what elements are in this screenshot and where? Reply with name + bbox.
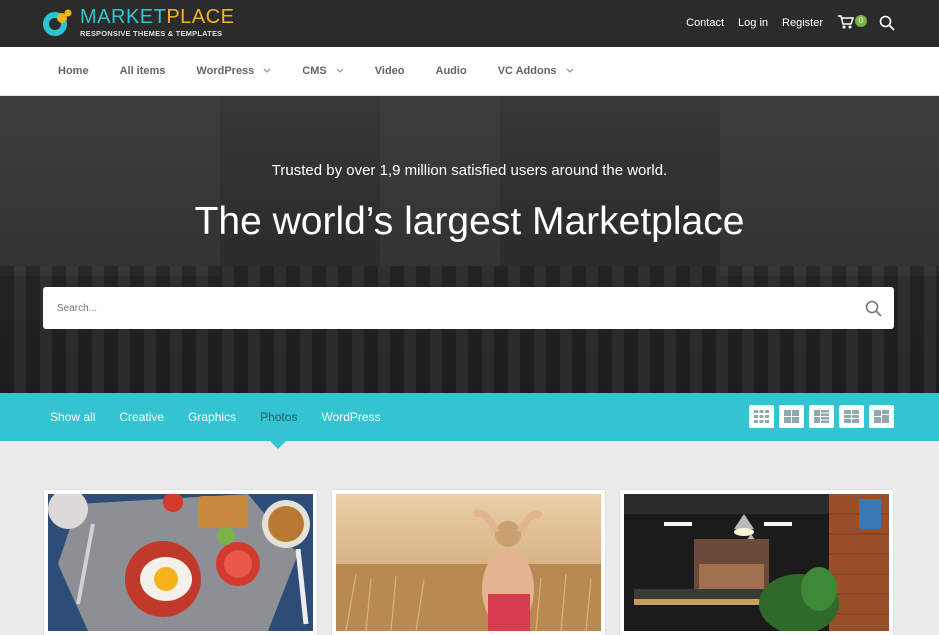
cart-icon xyxy=(838,15,855,29)
filter-tabs: Show all Creative Graphics Photos WordPress xyxy=(50,410,405,424)
filter-bar: Show all Creative Graphics Photos WordPress xyxy=(0,393,939,441)
grid-layout-icon xyxy=(844,410,859,423)
field-photo-illustration xyxy=(336,494,601,631)
hero-title: The world’s largest Marketplace xyxy=(194,200,745,243)
nav-item-label: WordPress xyxy=(196,65,255,77)
filter-tab-graphics[interactable]: Graphics xyxy=(188,410,236,424)
grid-layout-icon xyxy=(814,410,829,423)
hero: Trusted by over 1,9 million satisfied us… xyxy=(0,96,939,393)
layout-button-grid-list[interactable] xyxy=(809,405,834,428)
interior-photo-illustration xyxy=(624,494,889,631)
nav-item-home[interactable]: Home xyxy=(58,65,89,77)
filter-tab-show-all[interactable]: Show all xyxy=(50,410,95,424)
nav-item-label: CMS xyxy=(302,65,327,77)
layout-switcher xyxy=(744,405,894,428)
search-box xyxy=(43,287,894,329)
nav-item-all-items[interactable]: All items xyxy=(120,65,166,77)
chevron-down-icon xyxy=(336,68,344,73)
logo-mark-icon xyxy=(43,9,72,36)
grid-layout-icon xyxy=(754,410,769,423)
contact-link[interactable]: Contact xyxy=(686,17,724,29)
grid-layout-icon xyxy=(784,410,799,423)
item-card[interactable] xyxy=(44,490,317,635)
nav-item-video[interactable]: Video xyxy=(375,65,405,77)
layout-button-grid-3[interactable] xyxy=(839,405,864,428)
layout-button-grid-4[interactable] xyxy=(749,405,774,428)
nav-item-label: Home xyxy=(58,65,89,77)
layout-button-grid-2[interactable] xyxy=(779,405,804,428)
nav-items: Home All items WordPress CMS Video Audio VC Ad… xyxy=(58,65,605,77)
chevron-down-icon xyxy=(566,68,574,73)
register-link[interactable]: Register xyxy=(782,17,823,29)
cart-button[interactable]: 0 xyxy=(837,14,869,32)
logo-tagline: RESPONSIVE THEMES & TEMPLATES xyxy=(80,29,223,38)
nav-item-label: Audio xyxy=(435,65,467,77)
food-photo-illustration xyxy=(48,494,313,631)
filter-tab-photos[interactable]: Photos xyxy=(260,410,297,424)
cart-count-badge: 0 xyxy=(855,15,867,27)
nav-item-vc-addons[interactable]: VC Addons xyxy=(498,65,574,77)
filter-tab-creative[interactable]: Creative xyxy=(119,410,164,424)
top-links: Contact Log in Register 0 xyxy=(672,14,895,32)
chevron-down-icon xyxy=(263,68,271,73)
item-card[interactable] xyxy=(620,490,893,635)
nav-item-label: All items xyxy=(119,65,166,77)
nav-item-label: VC Addons xyxy=(497,65,557,77)
item-image-field xyxy=(336,494,601,631)
item-image-food xyxy=(48,494,313,631)
search-icon[interactable] xyxy=(879,15,895,31)
nav-item-audio[interactable]: Audio xyxy=(436,65,467,77)
search-icon[interactable] xyxy=(865,300,882,317)
nav-item-label: Video xyxy=(374,65,405,77)
logo-title: MARKETPLACE xyxy=(80,6,235,28)
search-input[interactable] xyxy=(57,287,857,329)
nav-item-wordpress[interactable]: WordPress xyxy=(196,65,271,77)
grid-layout-icon xyxy=(874,410,889,423)
item-card[interactable] xyxy=(332,490,605,635)
nav-item-cms[interactable]: CMS xyxy=(302,65,344,77)
login-link[interactable]: Log in xyxy=(738,17,768,29)
hero-overlay xyxy=(0,96,939,393)
filter-tab-wordpress[interactable]: WordPress xyxy=(321,410,380,424)
active-filter-pointer xyxy=(270,441,286,449)
main-nav: Home All items WordPress CMS Video Audio VC Ad… xyxy=(0,47,939,96)
top-bar: MARKETPLACE RESPONSIVE THEMES & TEMPLATE… xyxy=(0,0,939,47)
layout-button-grid-masonry[interactable] xyxy=(869,405,894,428)
hero-subtitle: Trusted by over 1,9 million satisfied us… xyxy=(271,162,668,179)
item-image-interior xyxy=(624,494,889,631)
